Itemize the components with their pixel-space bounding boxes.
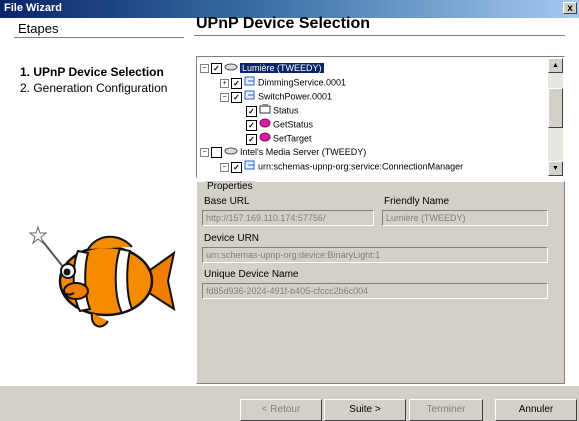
tree-node-label: GetStatus — [273, 119, 314, 130]
base-url-label: Base URL — [204, 196, 250, 207]
page-title: UPnP Device Selection — [196, 15, 370, 32]
properties-legend: Properties — [205, 181, 255, 192]
cancel-button[interactable]: Annuler — [495, 399, 577, 421]
service-icon — [244, 90, 256, 104]
title-divider — [194, 35, 565, 36]
tree-node-label: Intel's Media Server (TWEEDY) — [240, 147, 367, 158]
checkbox-unchecked[interactable] — [211, 147, 222, 159]
tree-node-label: SwitchPower.0001 — [258, 91, 333, 102]
scroll-down-icon[interactable]: ▼ — [548, 161, 563, 176]
next-button[interactable]: Suite > — [324, 399, 406, 421]
clownfish-mascot-image — [28, 225, 176, 328]
tree-node-settarget[interactable]: ✓ SetTarget — [246, 132, 312, 145]
collapse-icon[interactable]: − — [220, 162, 229, 172]
collapse-icon[interactable]: − — [200, 148, 209, 158]
tree-node-status[interactable]: ✓ Status — [246, 104, 299, 117]
service-icon — [244, 76, 256, 90]
finish-button[interactable]: Terminer — [409, 399, 483, 421]
friendly-name-label: Friendly Name — [384, 196, 450, 207]
checkbox-checked[interactable]: ✓ — [246, 119, 257, 131]
tree-node-label: SetTarget — [273, 133, 312, 144]
steps-header: Etapes — [18, 21, 59, 36]
udn-label: Unique Device Name — [204, 269, 299, 280]
tree-node-lumiere[interactable]: − ✓ Lumière (TWEEDY) — [200, 62, 324, 75]
friendly-name-field[interactable]: Lumière (TWEEDY) — [382, 210, 548, 226]
service-icon — [244, 160, 256, 174]
tree-node-label: DimmingService.0001 — [258, 77, 347, 88]
tree-node-label: Status — [273, 105, 299, 116]
device-urn-label: Device URN — [204, 233, 260, 244]
tree-scrollbar[interactable]: ▲ ▼ — [548, 58, 563, 176]
device-urn-field[interactable]: urn:schemas-upnp-org:device:BinaryLight:… — [202, 247, 548, 263]
close-button[interactable]: x — [563, 2, 577, 14]
checkbox-checked[interactable]: ✓ — [246, 105, 257, 117]
step-item-device-selection: 1. UPnP Device Selection — [20, 65, 164, 79]
checkbox-checked[interactable]: ✓ — [231, 161, 242, 173]
steps-divider — [14, 37, 184, 38]
device-icon — [224, 146, 238, 159]
tree-node-switch-power[interactable]: − ✓ SwitchPower.0001 — [220, 90, 332, 103]
checkbox-checked[interactable]: ✓ — [211, 63, 222, 75]
tree-node-getstatus[interactable]: ✓ GetStatus — [246, 118, 313, 131]
state-variable-icon — [259, 104, 271, 118]
tree-node-intel-media-server[interactable]: − Intel's Media Server (TWEEDY) — [200, 146, 366, 159]
scroll-thumb[interactable] — [548, 88, 563, 128]
checkbox-checked[interactable]: ✓ — [246, 133, 257, 145]
scroll-up-icon[interactable]: ▲ — [548, 58, 563, 73]
action-icon — [259, 118, 271, 132]
expand-icon[interactable]: + — [220, 78, 229, 88]
udn-field[interactable]: fd85d936-2024-491f-b405-cfccc2b6c004 — [202, 283, 548, 299]
device-tree-items: − ✓ Lumière (TWEEDY) + ✓ DimmingService.0001… — [198, 58, 548, 176]
tree-node-label: urn:schemas-upnp-org:service:ConnectionM… — [258, 161, 464, 172]
device-icon — [224, 62, 238, 75]
tree-node-dimming-service[interactable]: + ✓ DimmingService.0001 — [220, 76, 346, 89]
base-url-field[interactable]: http://157.169.110.174:57756/ — [202, 210, 374, 226]
checkbox-checked[interactable]: ✓ — [231, 77, 242, 89]
collapse-icon[interactable]: − — [200, 64, 209, 74]
checkbox-checked[interactable]: ✓ — [231, 91, 242, 103]
tree-node-connection-manager[interactable]: − ✓ urn:schemas-upnp-org:service:Connectio… — [220, 160, 463, 173]
device-tree[interactable]: − ✓ Lumière (TWEEDY) + ✓ DimmingService.0001… — [196, 56, 565, 178]
collapse-icon[interactable]: − — [220, 92, 229, 102]
window-title: File Wizard — [4, 2, 62, 14]
step-item-generation-config: 2. Generation Configuration — [20, 81, 168, 95]
tree-node-label: Lumière (TWEEDY) — [240, 63, 324, 74]
action-icon — [259, 132, 271, 146]
back-button[interactable]: < Retour — [240, 399, 322, 421]
